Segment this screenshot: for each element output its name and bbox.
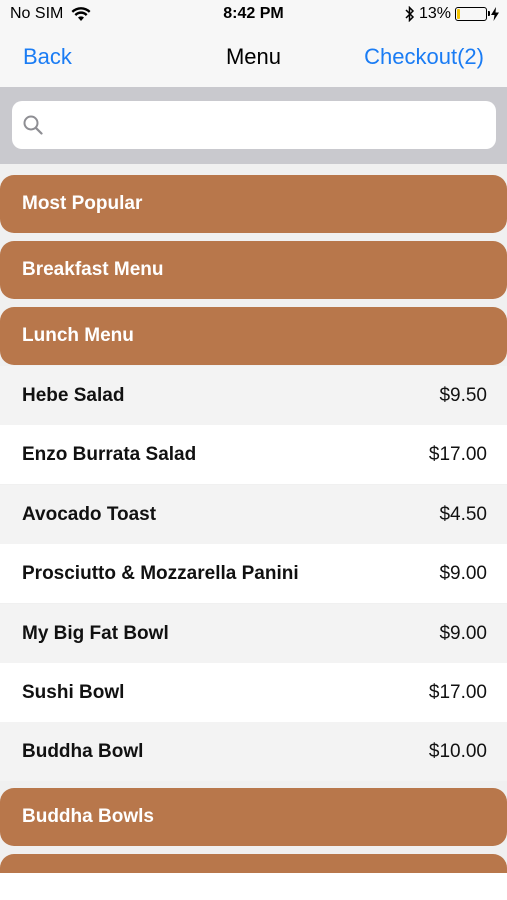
- bottom-area: [0, 873, 507, 900]
- item-name: Prosciutto & Mozzarella Panini: [22, 562, 299, 584]
- item-name: Hebe Salad: [22, 384, 125, 406]
- menu-screen: No SIM 8:42 PM 13% Back Menu Checkout(2)…: [0, 0, 507, 900]
- category-buddha-bowls[interactable]: Buddha Bowls: [0, 788, 507, 846]
- item-price: $9.00: [439, 562, 487, 584]
- item-name: My Big Fat Bowl: [22, 622, 169, 644]
- item-price: $4.50: [439, 503, 487, 525]
- search-box[interactable]: [12, 101, 496, 149]
- item-price: $17.00: [428, 443, 487, 465]
- item-price: $9.50: [439, 384, 487, 406]
- checkout-button[interactable]: Checkout(2): [364, 44, 484, 70]
- item-price: $9.00: [439, 622, 487, 644]
- item-name: Buddha Bowl: [22, 740, 144, 762]
- battery-percent: 13%: [418, 5, 451, 22]
- search-bar: [0, 87, 507, 164]
- list-item[interactable]: Avocado Toast $4.50: [0, 485, 507, 544]
- battery-icon: [455, 7, 490, 21]
- item-name: Enzo Burrata Salad: [22, 443, 197, 465]
- nav-bar: Back Menu Checkout(2): [0, 30, 507, 87]
- menu-list: Most Popular Breakfast Menu Lunch Menu H…: [0, 164, 507, 900]
- item-price: $17.00: [428, 681, 487, 703]
- search-icon: [23, 115, 43, 135]
- category-lunch-menu[interactable]: Lunch Menu: [0, 307, 507, 365]
- list-item[interactable]: My Big Fat Bowl $9.00: [0, 604, 507, 663]
- item-name: Avocado Toast: [22, 503, 157, 525]
- bluetooth-icon: [405, 6, 415, 22]
- item-price: $10.00: [428, 740, 487, 762]
- item-name: Sushi Bowl: [22, 681, 125, 703]
- charging-icon: [491, 7, 499, 21]
- search-input[interactable]: [52, 113, 476, 137]
- category-breakfast-menu[interactable]: Breakfast Menu: [0, 241, 507, 299]
- list-item[interactable]: Hebe Salad $9.50: [0, 366, 507, 425]
- battery-cap: [488, 11, 490, 16]
- list-item[interactable]: Enzo Burrata Salad $17.00: [0, 425, 507, 484]
- status-bar: No SIM 8:42 PM 13%: [0, 0, 507, 30]
- category-most-popular[interactable]: Most Popular: [0, 175, 507, 233]
- list-item[interactable]: Prosciutto & Mozzarella Panini $9.00: [0, 544, 507, 603]
- battery-level: [457, 9, 460, 19]
- list-item[interactable]: Sushi Bowl $17.00: [0, 663, 507, 722]
- status-right: 13%: [405, 5, 499, 23]
- list-item[interactable]: Buddha Bowl $10.00: [0, 722, 507, 781]
